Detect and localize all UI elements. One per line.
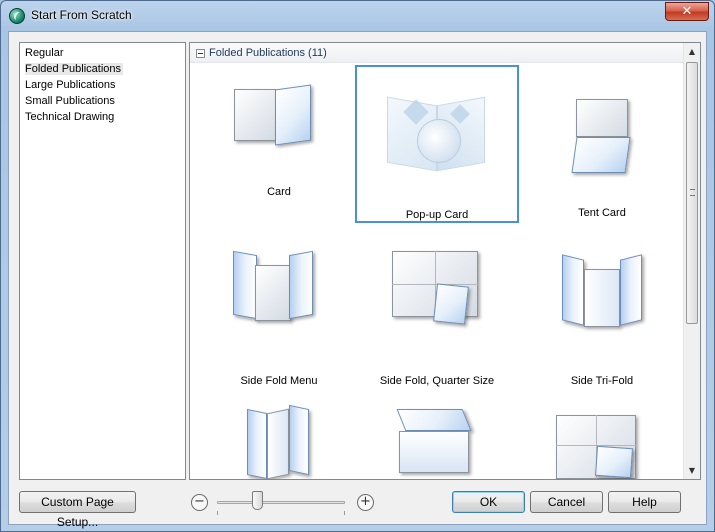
scroll-up-button[interactable]: ▲ [684,43,700,60]
dialog-footer: Custom Page Setup... − + OK Cancel Help [9,486,706,529]
category-regular[interactable]: Regular [20,45,185,61]
window-title: Start From Scratch [31,8,132,22]
zoom-in-icon: + [360,494,371,509]
tent-card-icon [520,65,684,205]
category-list: Regular Folded Publications Large Public… [19,42,186,480]
category-small-publications[interactable]: Small Publications [20,93,185,109]
close-icon: ✕ [681,4,693,19]
template-tent-card[interactable]: Tent Card [520,65,684,223]
scroll-thumb[interactable] [686,62,698,324]
gallery-scrollbar[interactable]: ▲ ▼ [683,43,700,479]
scroll-down-button[interactable]: ▼ [684,462,700,479]
side-fold-quarter-icon [355,229,519,369]
template-card[interactable]: Card [197,65,361,223]
top-fold-icon [355,397,519,479]
template-side-tri-fold[interactable]: Side Tri-Fold [520,229,684,387]
close-button[interactable]: ✕ [665,2,709,21]
help-button[interactable]: Help [608,491,681,513]
template-gallery: Folded Publications (11) Card Pop-up Car… [189,42,701,480]
zoom-slider-track[interactable] [217,501,345,504]
template-side-fold-menu[interactable]: Side Fold Menu [197,229,361,387]
category-large-publications[interactable]: Large Publications [20,77,185,93]
zoom-slider-ticks [217,511,345,515]
template-label: Side Fold, Quarter Size [379,375,495,387]
zoom-slider-thumb[interactable] [252,491,263,510]
app-logo-icon [9,8,25,24]
template-label: Side Fold Menu [240,375,318,387]
popup-card-icon [357,67,517,207]
side-tri-fold-icon [520,229,684,369]
card-icon [197,65,361,205]
dialog-window: Start From Scratch ✕ Regular Folded Publ… [0,0,715,532]
template-label: Side Tri-Fold [570,375,634,387]
template-top-fold[interactable] [355,397,519,479]
ok-button[interactable]: OK [452,491,525,513]
group-title: Folded Publications (11) [209,47,327,59]
custom-page-setup-button[interactable]: Custom Page Setup... [19,491,136,529]
zoom-in-button[interactable]: + [357,494,374,511]
dialog-body: Regular Folded Publications Large Public… [8,31,707,529]
group-header[interactable]: Folded Publications (11) [190,43,685,63]
quarter-fold-icon [520,397,684,479]
category-technical-drawing[interactable]: Technical Drawing [20,109,185,125]
collapse-icon[interactable] [196,49,205,58]
category-folded-publications[interactable]: Folded Publications [20,61,185,77]
cancel-button[interactable]: Cancel [530,491,603,513]
z-fold-icon [197,397,361,479]
template-quarter-fold[interactable] [520,397,684,479]
scroll-up-icon: ▲ [688,47,696,56]
template-label: Tent Card [578,207,626,219]
title-bar[interactable]: Start From Scratch ✕ [1,1,714,31]
template-z-fold[interactable] [197,397,361,479]
template-popup-card[interactable]: Pop-up Card [355,65,519,223]
template-label: Pop-up Card [405,209,469,221]
zoom-out-icon: − [194,494,205,509]
side-fold-menu-icon [197,229,361,369]
zoom-out-button[interactable]: − [191,494,208,511]
scroll-down-icon: ▼ [688,466,696,475]
template-side-fold-quarter-size[interactable]: Side Fold, Quarter Size [355,229,519,387]
template-label: Card [267,186,291,198]
